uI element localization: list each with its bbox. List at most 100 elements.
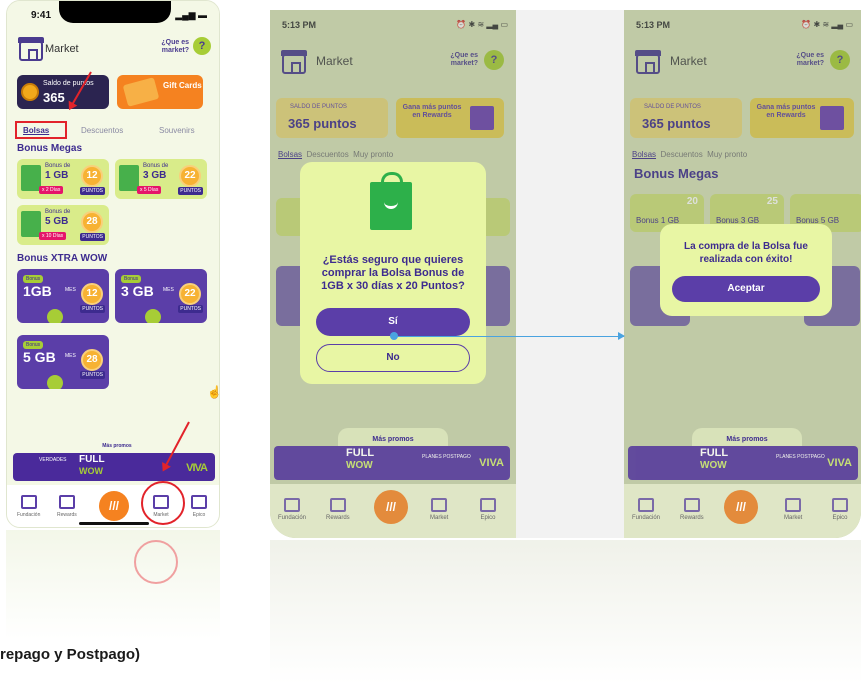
status-bar: 9:41 ▂▄▆ ▬ xyxy=(7,1,219,29)
tab-descuentos[interactable]: Descuentos xyxy=(81,126,123,135)
notch xyxy=(59,1,171,23)
nav-label: Market xyxy=(784,515,803,521)
success-dialog: La compra de la Bolsa fue realizada con … xyxy=(660,224,832,316)
points-coin: 12 xyxy=(81,165,103,187)
xtra-card-5gb[interactable]: Bonus 5 GB MES 28 PUNTOS xyxy=(17,335,109,389)
epico-icon xyxy=(480,498,496,512)
nav-label: Epico xyxy=(192,512,206,518)
banner-wow: WOW xyxy=(700,460,727,471)
viva-logo-icon xyxy=(638,498,655,512)
footer-caption: repago y Postpago) xyxy=(0,646,141,663)
gift-icon xyxy=(58,495,75,509)
success-message: La compra de la Bolsa fue realizada con … xyxy=(684,241,808,265)
xtra-card-3gb[interactable]: Bonus 3 GB MES 22 PUNTOS xyxy=(115,269,207,323)
banner-planes: PLANES POSTPAGO xyxy=(776,454,825,460)
nav-label: Rewards xyxy=(326,515,350,521)
nav-fundacion[interactable]: Fundación xyxy=(278,498,306,521)
coins-icon xyxy=(21,83,39,101)
tutorial-stage: 9:41 ▂▄▆ ▬ Market ¿Que es market? ? Sald… xyxy=(0,0,861,684)
banner-full: FULL xyxy=(79,454,105,465)
points-tag: PUNTOS xyxy=(80,187,105,195)
gift-cards-card[interactable]: Gift Cards xyxy=(117,75,203,109)
nav-fundacion[interactable]: Fundación xyxy=(17,495,40,518)
nav-fundacion[interactable]: Fundación xyxy=(632,498,660,521)
xtra-mes: MES xyxy=(163,287,174,293)
page-title: Market xyxy=(45,43,79,55)
bonus-days: x 2 Días xyxy=(39,186,64,194)
bonus-card-1gb[interactable]: Bonus de 1 GB x 2 Días 12 PUNTOS xyxy=(17,159,109,199)
bonus-card-5gb[interactable]: Bonus de 5 GB x 10 Días 28 PUNTOS xyxy=(17,205,109,245)
accept-button[interactable]: Aceptar xyxy=(672,276,820,302)
highlight-bolsas-box xyxy=(15,121,67,139)
decor-ball xyxy=(47,375,63,389)
home-indicator xyxy=(79,522,149,525)
mas-promos-handle[interactable]: Más promos xyxy=(692,428,802,446)
bonus-card-3gb[interactable]: Bonus de 3 GB x 5 Días 22 PUNTOS xyxy=(115,159,207,199)
center-home-button[interactable]: /// xyxy=(99,491,129,521)
gift-icon xyxy=(683,498,700,512)
epico-icon xyxy=(832,498,848,512)
promo-banner[interactable]: FULL WOW PLANES POSTPAGO VIVA xyxy=(274,446,510,480)
gift-card-icon xyxy=(122,77,160,107)
help-button[interactable]: ? xyxy=(193,37,211,55)
nav-label: Rewards xyxy=(57,512,77,518)
nav-epico[interactable]: Epico xyxy=(191,495,207,518)
nav-market[interactable]: Market xyxy=(784,498,802,521)
signal-battery-icon: ▂▄▆ ▬ xyxy=(175,10,207,20)
nav-label: Fundación xyxy=(17,512,41,518)
points-tag: PUNTOS xyxy=(80,305,105,313)
phone-reflection xyxy=(6,530,220,640)
confirm-dialog: ¿Estás seguro que quieres comprar la Bol… xyxy=(300,162,486,384)
nav-label: Fundación xyxy=(632,515,661,521)
xtra-mes: MES xyxy=(65,353,76,359)
points-tag: PUNTOS xyxy=(178,305,203,313)
store-icon xyxy=(431,498,448,512)
connector-line xyxy=(394,336,624,337)
epico-icon xyxy=(191,495,207,509)
xtra-card-1gb[interactable]: Bonus 1GB MES 12 PUNTOS xyxy=(17,269,109,323)
store-icon xyxy=(785,498,802,512)
confirm-no-button[interactable]: No xyxy=(316,344,470,372)
banner-full: FULL xyxy=(346,447,375,459)
nav-label: Epico xyxy=(832,515,848,521)
banner-brand: VIVA xyxy=(186,462,208,474)
nav-label: Rewards xyxy=(680,515,704,521)
nav-market[interactable]: Market xyxy=(430,498,448,521)
points-tag: PUNTOS xyxy=(80,371,105,379)
nav-rewards[interactable]: Rewards xyxy=(680,498,704,521)
center-home-button[interactable]: /// xyxy=(724,490,758,524)
status-time: 9:41 xyxy=(31,10,52,21)
points-coin: 28 xyxy=(81,211,103,233)
points-value: 365 xyxy=(43,90,65,105)
nav-rewards[interactable]: Rewards xyxy=(57,495,77,518)
promo-banner[interactable]: FULL WOW PLANES POSTPAGO VIVA xyxy=(628,446,858,480)
phone-purchase-success: 5:13 PM ⏰ ✱ ≋ ▂▄ ▭ Market ¿Que es market… xyxy=(624,10,861,538)
phones-reflection xyxy=(270,540,861,684)
viva-logo-icon xyxy=(20,495,37,509)
viva-logo-icon xyxy=(284,498,301,512)
promo-banner[interactable]: VERDADES FULL WOW VIVA xyxy=(13,453,215,481)
banner-wow: WOW xyxy=(346,460,373,471)
help-link[interactable]: ¿Que es market? xyxy=(149,39,189,55)
nav-epico[interactable]: Epico xyxy=(832,498,848,521)
bonus-days: x 10 Días xyxy=(39,232,67,240)
mas-promos-handle[interactable]: Más promos xyxy=(67,437,167,451)
xtra-tag: Bonus xyxy=(121,275,142,283)
xtra-gb: 5 GB xyxy=(23,349,56,365)
decor-ball xyxy=(145,309,161,323)
gift-icon xyxy=(329,498,346,512)
xtra-gb: 1GB xyxy=(23,283,52,299)
mas-promos-handle[interactable]: Más promos xyxy=(338,428,448,446)
gap-panel xyxy=(516,10,624,538)
bonus-prefix: Bonus de xyxy=(143,163,169,169)
tab-souvenirs[interactable]: Souvenirs xyxy=(159,126,195,135)
bonus-prefix: Bonus de xyxy=(45,209,71,215)
bag-icon xyxy=(21,211,41,237)
banner-full: FULL xyxy=(700,447,729,459)
points-balance-card[interactable]: Saldo de puntos 365 xyxy=(17,75,109,109)
center-home-button[interactable]: /// xyxy=(374,490,408,524)
nav-rewards[interactable]: Rewards xyxy=(326,498,350,521)
nav-epico[interactable]: Epico xyxy=(480,498,496,521)
nav-label: Market xyxy=(430,515,449,521)
bonus-gb: 1 GB xyxy=(45,170,69,181)
